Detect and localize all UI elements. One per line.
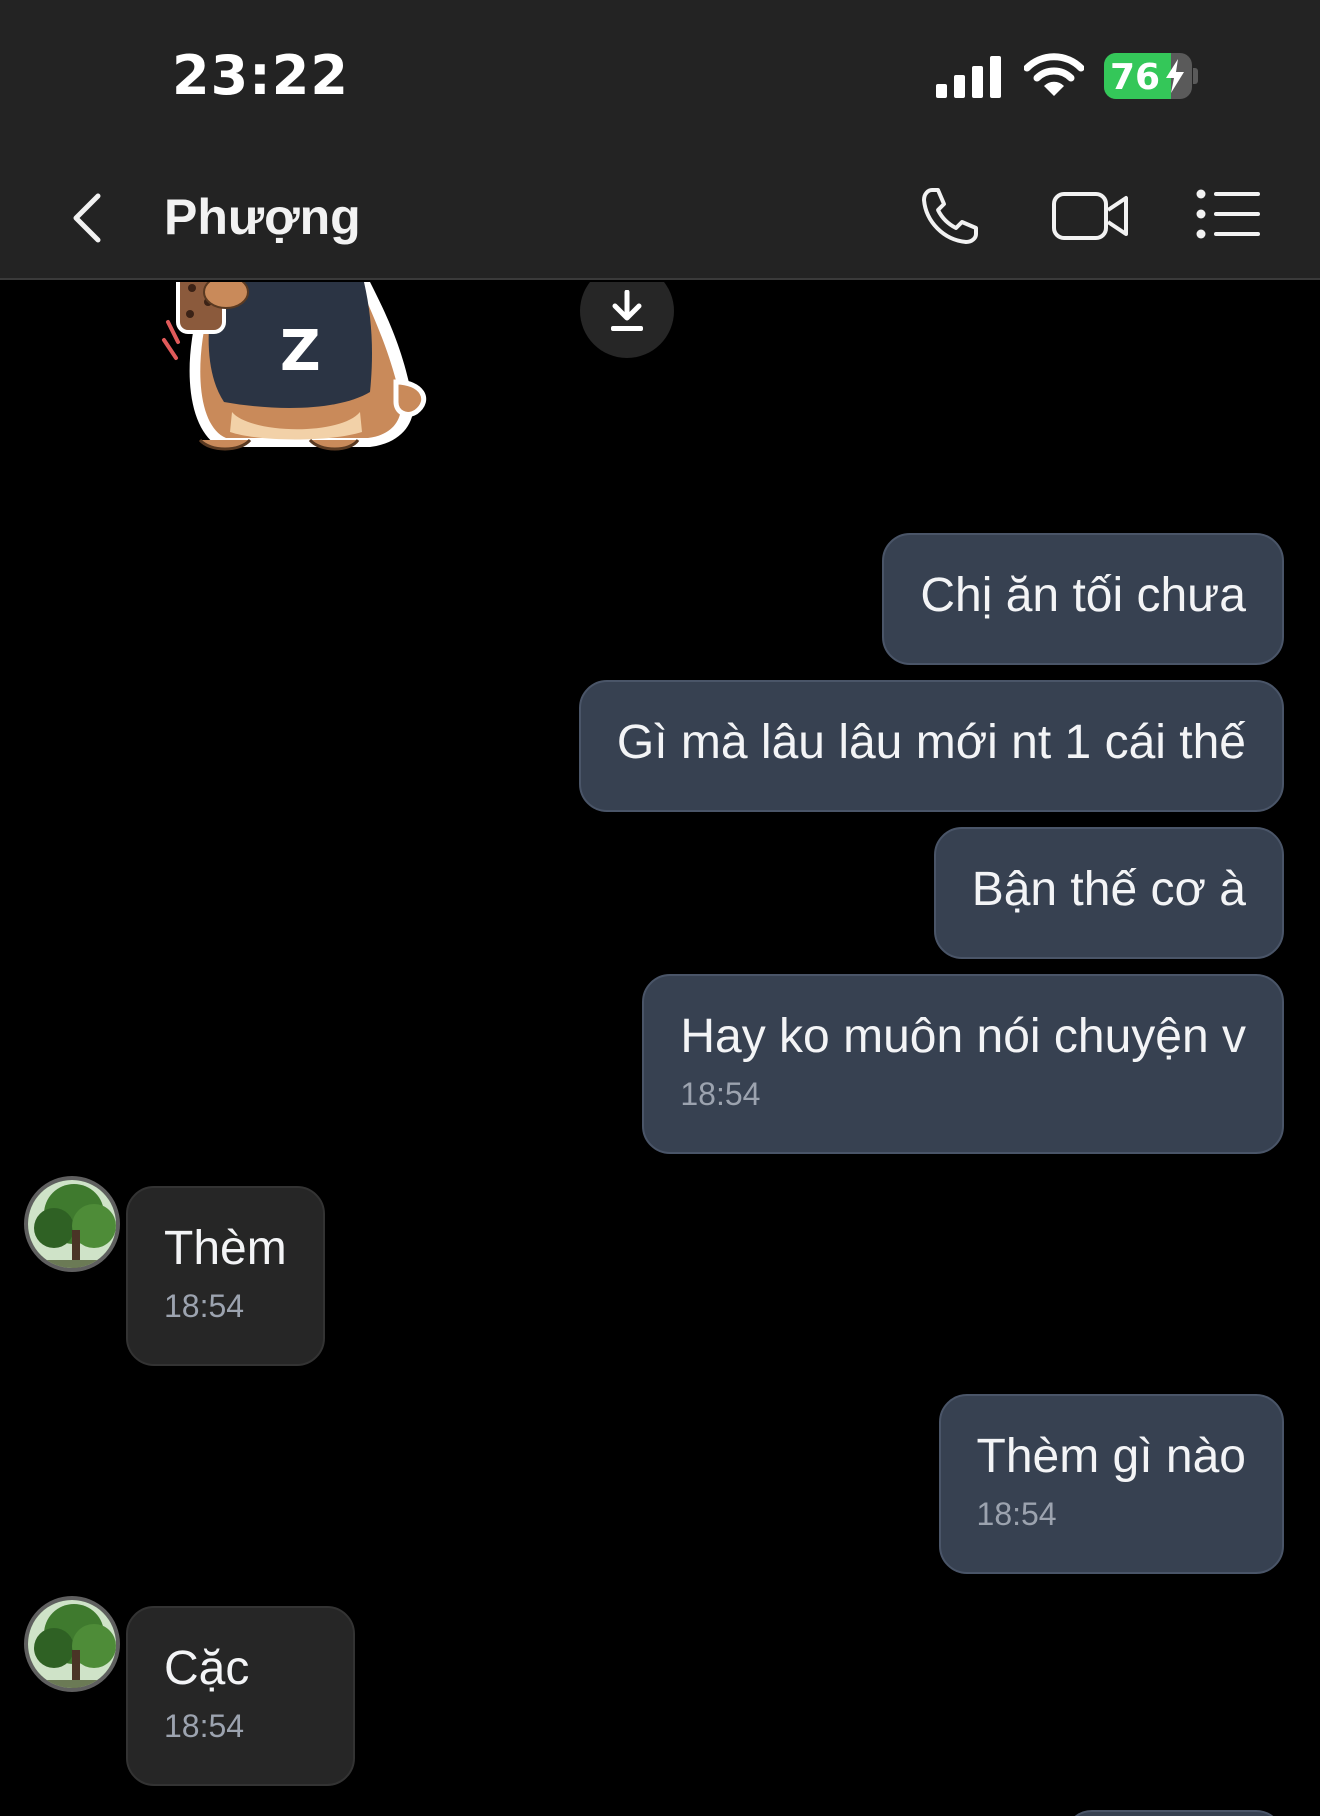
sent-message[interactable] xyxy=(1064,1810,1284,1816)
chat-header: Phượng xyxy=(0,150,1320,280)
contact-avatar[interactable] xyxy=(24,1176,120,1272)
avatar-photo xyxy=(28,1180,116,1268)
contact-avatar[interactable] xyxy=(24,1596,120,1692)
phone-icon[interactable] xyxy=(918,184,982,248)
download-button[interactable] xyxy=(580,282,674,358)
message-text: Gì mà lâu lâu mới nt 1 cái thế xyxy=(616,716,1246,769)
message-text: Bận thế cơ à xyxy=(971,863,1246,916)
sent-message[interactable]: Chị ăn tối chưa xyxy=(882,533,1284,665)
message-time: 18:54 xyxy=(164,1288,245,1324)
message-time: 18:54 xyxy=(680,1076,761,1112)
received-message[interactable]: Thèm 18:54 xyxy=(126,1186,325,1366)
chat-screen: 23:22 76 Phượng Z Chị ăn tối chưa Gì mà … xyxy=(0,0,1320,1816)
wifi-icon xyxy=(1024,53,1084,96)
back-chevron-icon[interactable] xyxy=(60,190,116,246)
battery-level: 76 xyxy=(1110,57,1161,98)
list-menu-icon[interactable] xyxy=(1196,188,1262,240)
battery-icon: 76 xyxy=(1104,53,1198,99)
video-camera-icon[interactable] xyxy=(1050,184,1130,248)
message-text: Chị ăn tối chưa xyxy=(920,569,1246,622)
received-message[interactable]: Cặc 18:54 xyxy=(126,1606,356,1786)
signal-icon xyxy=(936,56,1001,98)
svg-text:Z: Z xyxy=(280,319,321,384)
download-icon xyxy=(611,290,643,331)
message-list[interactable]: Z Chị ăn tối chưa Gì mà lâu lâu mới nt 1… xyxy=(0,282,1320,1816)
sent-message[interactable]: Hay ko muôn nói chuyện v 18:54 xyxy=(642,974,1284,1154)
status-bar: 23:22 76 xyxy=(0,0,1320,150)
message-text: Thèm xyxy=(164,1222,287,1275)
message-time: 18:54 xyxy=(976,1496,1057,1532)
contact-name[interactable]: Phượng xyxy=(164,188,361,246)
avatar-photo xyxy=(28,1600,116,1688)
message-time: 18:54 xyxy=(164,1708,245,1744)
sent-message[interactable]: Bận thế cơ à xyxy=(933,827,1284,959)
message-text: Cặc xyxy=(164,1642,250,1695)
charging-bolt-icon xyxy=(1166,59,1184,93)
status-time: 23:22 xyxy=(172,44,349,107)
sticker-image[interactable]: Z xyxy=(160,282,500,502)
message-text: Hay ko muôn nói chuyện v xyxy=(680,1010,1246,1063)
sent-message[interactable]: Thèm gì nào 18:54 xyxy=(938,1394,1284,1574)
message-text: Thèm gì nào xyxy=(976,1430,1246,1483)
sent-message[interactable]: Gì mà lâu lâu mới nt 1 cái thế xyxy=(578,680,1284,812)
